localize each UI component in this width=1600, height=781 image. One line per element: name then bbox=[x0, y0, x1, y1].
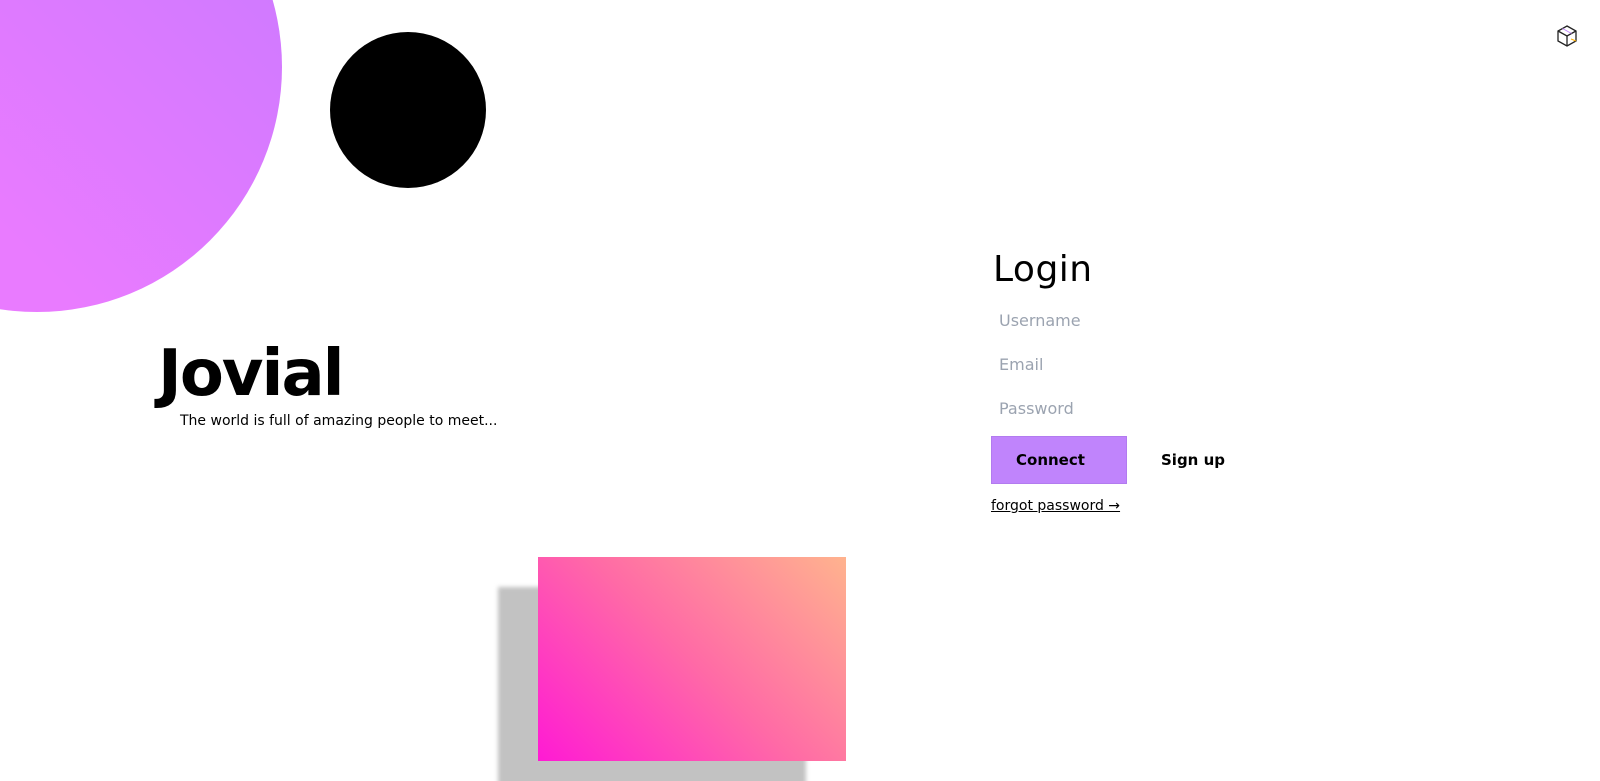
brand-title: Jovial bbox=[158, 337, 345, 411]
connect-button[interactable]: Connect bbox=[991, 436, 1127, 484]
login-actions: Connect Sign up bbox=[991, 436, 1251, 484]
signup-button[interactable]: Sign up bbox=[1161, 451, 1225, 469]
decorative-purple-circle bbox=[0, 0, 282, 312]
cube-icon[interactable] bbox=[1555, 24, 1579, 48]
username-input[interactable] bbox=[991, 304, 1227, 336]
email-input[interactable] bbox=[991, 348, 1227, 380]
login-form: Login Connect Sign up forgot password → bbox=[991, 248, 1251, 514]
brand-block: Jovial The world is full of amazing peop… bbox=[158, 342, 497, 430]
login-title: Login bbox=[993, 249, 1093, 290]
decorative-black-circle bbox=[330, 32, 486, 188]
brand-tagline: The world is full of amazing people to m… bbox=[180, 413, 498, 429]
decorative-gradient-rectangle bbox=[538, 557, 846, 761]
password-input[interactable] bbox=[991, 392, 1227, 424]
forgot-password-link[interactable]: forgot password → bbox=[991, 498, 1120, 514]
login-page: Jovial The world is full of amazing peop… bbox=[0, 0, 1600, 781]
